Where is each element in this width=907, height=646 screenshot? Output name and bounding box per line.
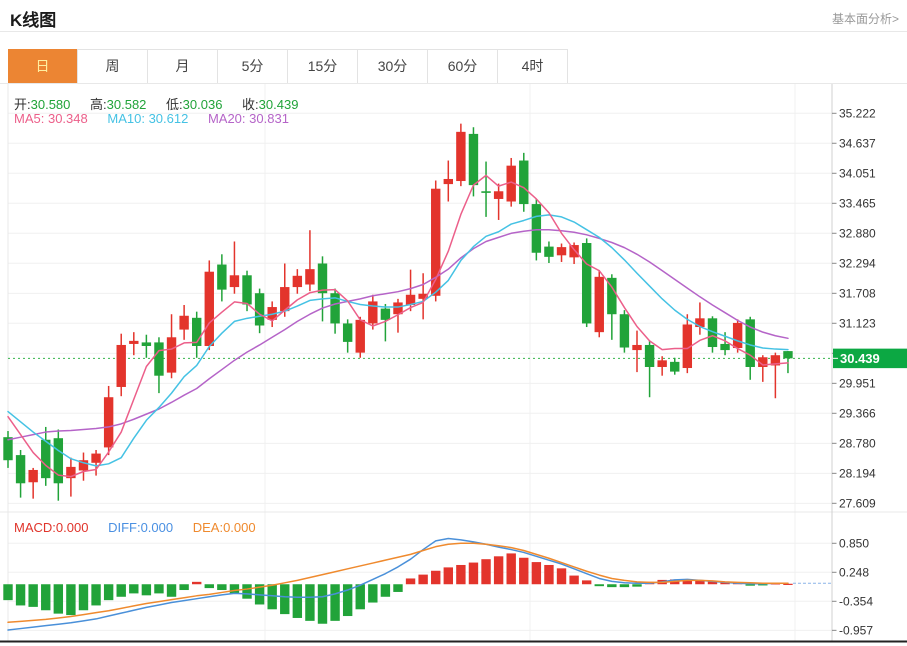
high-label: 高: bbox=[90, 97, 107, 112]
price-badge: 30.439 bbox=[833, 348, 907, 369]
svg-text:0.248: 0.248 bbox=[839, 565, 869, 579]
ma-info-row: MA5: 30.348 MA10: 30.612 MA20: 30.831 bbox=[14, 111, 289, 126]
svg-text:33.465: 33.465 bbox=[839, 196, 876, 210]
open-label: 开: bbox=[14, 97, 31, 112]
svg-text:-0.354: -0.354 bbox=[839, 594, 873, 608]
high-value: 30.582 bbox=[106, 97, 147, 112]
close-label: 收: bbox=[242, 97, 259, 112]
ma10-info: MA10: 30.612 bbox=[107, 111, 189, 126]
svg-text:29.366: 29.366 bbox=[839, 406, 876, 420]
svg-text:34.051: 34.051 bbox=[839, 166, 876, 180]
svg-text:28.780: 28.780 bbox=[839, 436, 876, 450]
svg-text:32.294: 32.294 bbox=[839, 256, 876, 270]
open-value: 30.580 bbox=[30, 97, 71, 112]
svg-text:29.951: 29.951 bbox=[839, 376, 876, 390]
svg-text:31.123: 31.123 bbox=[839, 316, 876, 330]
svg-text:27.609: 27.609 bbox=[839, 496, 876, 510]
svg-text:-0.957: -0.957 bbox=[839, 623, 873, 637]
svg-text:31.708: 31.708 bbox=[839, 286, 876, 300]
low-label: 低: bbox=[166, 97, 183, 112]
svg-text:35.222: 35.222 bbox=[839, 106, 876, 120]
svg-text:32.880: 32.880 bbox=[839, 226, 876, 240]
low-value: 30.036 bbox=[182, 97, 223, 112]
macd-value: MACD:0.000 bbox=[14, 520, 89, 535]
svg-text:28.194: 28.194 bbox=[839, 466, 876, 480]
close-value: 30.439 bbox=[258, 97, 299, 112]
svg-text:30.439: 30.439 bbox=[840, 351, 880, 366]
svg-text:34.637: 34.637 bbox=[839, 136, 876, 150]
dea-value: DEA:0.000 bbox=[192, 520, 256, 535]
ma5-info: MA5: 30.348 bbox=[14, 111, 88, 126]
diff-value: DIFF:0.000 bbox=[108, 520, 174, 535]
ma20-info: MA20: 30.831 bbox=[207, 111, 289, 126]
svg-text:0.850: 0.850 bbox=[839, 536, 869, 550]
macd-info-row: MACD:0.000 DIFF:0.000 DEA:0.000 bbox=[14, 520, 256, 535]
